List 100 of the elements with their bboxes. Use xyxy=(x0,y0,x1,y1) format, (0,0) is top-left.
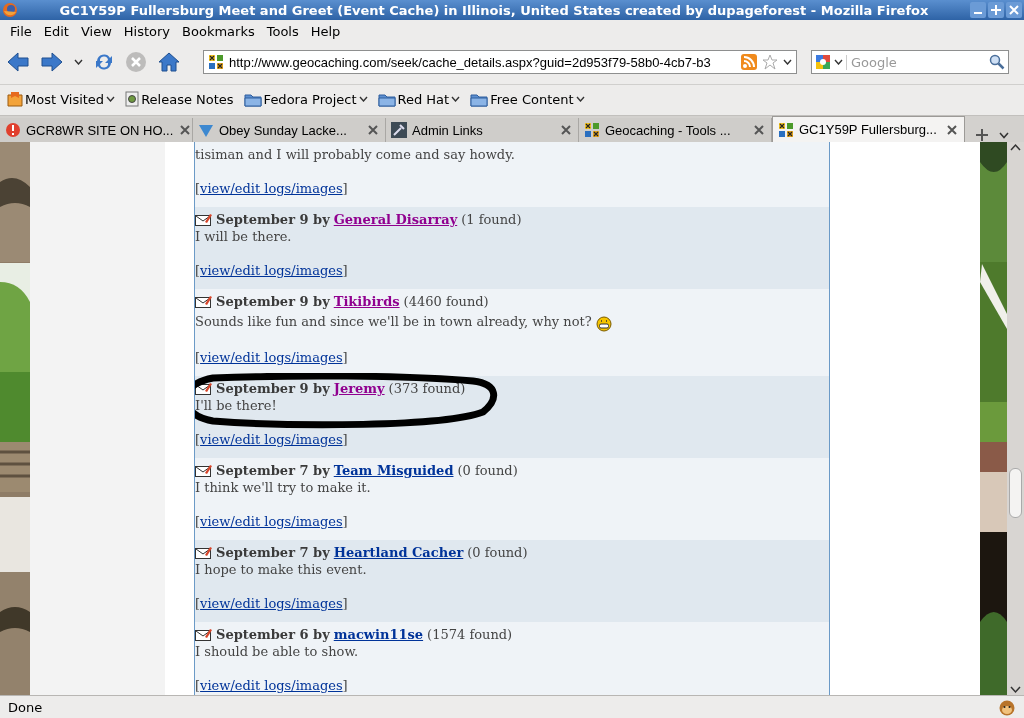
minimize-icon[interactable] xyxy=(970,2,986,18)
warning-icon xyxy=(5,122,21,138)
bracket: ] xyxy=(342,678,348,693)
bracket: ] xyxy=(342,263,348,278)
close-icon[interactable] xyxy=(752,123,766,137)
menu-item[interactable]: Edit xyxy=(37,23,75,39)
log-date: September 9 by xyxy=(216,293,330,310)
close-icon[interactable] xyxy=(178,123,193,137)
view-logs-link[interactable]: view/edit logs/images xyxy=(200,432,343,447)
close-icon[interactable] xyxy=(945,122,959,137)
log-date: September 9 by xyxy=(216,380,330,397)
menu-item[interactable]: Tools xyxy=(260,23,305,39)
scrollbar[interactable] xyxy=(1007,142,1024,695)
bracket: ] xyxy=(342,181,348,196)
bracket: [ xyxy=(195,263,201,278)
view-logs-link[interactable]: view/edit logs/images xyxy=(200,514,343,529)
bookmark-folder[interactable]: Red Hat xyxy=(374,89,464,109)
star-icon[interactable] xyxy=(762,54,778,70)
firefox-icon xyxy=(2,2,18,18)
bookmark-item[interactable]: Release Notes xyxy=(122,89,237,109)
browser-tab[interactable]: Geocaching - Tools ... xyxy=(579,118,772,142)
found-count: (0 found) xyxy=(457,462,518,479)
status-text: Done xyxy=(8,699,44,715)
view-logs-link[interactable]: view/edit logs/images xyxy=(200,596,343,611)
scroll-down-icon[interactable] xyxy=(1009,685,1022,695)
envelope-icon xyxy=(195,382,212,395)
browser-tab[interactable]: Admin Links xyxy=(386,118,579,142)
feed-icon[interactable] xyxy=(741,54,757,70)
author-link[interactable]: General Disarray xyxy=(333,211,458,228)
bracket: ] xyxy=(342,432,348,447)
forward-arrow-icon[interactable] xyxy=(40,51,64,73)
log-text: I should be able to show. xyxy=(195,643,359,660)
bracket: ] xyxy=(342,514,348,529)
log-text: I hope to make this event. xyxy=(195,561,367,578)
envelope-icon xyxy=(195,295,212,308)
author-link[interactable]: Tikibirds xyxy=(333,293,400,310)
bracket: [ xyxy=(195,678,201,693)
bracket: [ xyxy=(195,432,201,447)
author-link[interactable]: Team Misguided xyxy=(333,462,454,479)
view-logs-link[interactable]: view/edit logs/images xyxy=(200,350,343,365)
history-caret-icon[interactable] xyxy=(74,59,83,65)
search-field[interactable]: Google xyxy=(811,50,1009,74)
back-arrow-icon[interactable] xyxy=(6,51,30,73)
close-icon[interactable] xyxy=(559,123,573,137)
maximize-icon[interactable] xyxy=(988,2,1004,18)
browser-tab[interactable]: GC1Y59P Fullersburg... xyxy=(772,116,965,142)
geocache-icon xyxy=(584,122,600,138)
author-link[interactable]: Jeremy xyxy=(333,380,385,397)
bookmark-folder-icon xyxy=(7,91,23,107)
new-tab-icon[interactable] xyxy=(975,128,989,142)
search-icon[interactable] xyxy=(989,54,1005,70)
found-count: (1 found) xyxy=(461,211,522,228)
browser-tab[interactable]: GCR8WR SITE ON HO... xyxy=(0,118,193,142)
bracket: [ xyxy=(195,350,201,365)
menu-item[interactable]: Help xyxy=(304,23,347,39)
menu-item[interactable]: View xyxy=(74,23,118,39)
home-icon[interactable] xyxy=(157,51,181,73)
author-link[interactable]: Heartland Cacher xyxy=(333,544,464,561)
bookmark-folder[interactable]: Fedora Project xyxy=(240,89,371,109)
found-count: (373 found) xyxy=(388,380,466,397)
envelope-icon xyxy=(195,546,212,559)
close-icon[interactable] xyxy=(366,123,380,137)
address-field[interactable]: http://www.geocaching.com/seek/cache_details.aspx?guid=2d953f79-58b0-4cb7-b3 xyxy=(203,50,797,74)
folder-icon xyxy=(243,91,262,107)
log-date: September 7 by xyxy=(216,462,330,479)
bookmark-folder[interactable]: Free Content xyxy=(467,89,588,109)
dropdown-caret-icon[interactable] xyxy=(783,59,792,65)
engine-caret-icon[interactable] xyxy=(834,59,843,65)
caret-icon xyxy=(575,96,585,102)
folder-icon xyxy=(470,91,489,107)
log-text: tisiman and I will probably come and say howdy. xyxy=(195,146,515,163)
view-logs-link[interactable]: view/edit logs/images xyxy=(200,181,343,196)
menu-item[interactable]: File xyxy=(4,23,38,39)
page-icon xyxy=(125,91,140,107)
wrench-icon xyxy=(391,122,407,138)
log-text: I will be there. xyxy=(195,228,292,245)
close-icon[interactable] xyxy=(1006,2,1022,18)
caret-icon xyxy=(451,96,461,102)
envelope-icon xyxy=(195,464,212,477)
check-icon xyxy=(198,122,214,138)
scroll-thumb[interactable] xyxy=(1009,468,1022,518)
view-logs-link[interactable]: view/edit logs/images xyxy=(200,263,343,278)
author-link[interactable]: macwin11se xyxy=(333,626,424,643)
bracket: ] xyxy=(342,596,348,611)
envelope-icon xyxy=(195,213,212,226)
tab-list-icon[interactable] xyxy=(999,131,1009,139)
found-count: (1574 found) xyxy=(427,626,513,643)
browser-tab[interactable]: Obey Sunday Lacke... xyxy=(193,118,386,142)
log-text: I'll be there! xyxy=(195,397,277,414)
menu-item[interactable]: Bookmarks xyxy=(176,23,261,39)
folder-icon xyxy=(377,91,396,107)
bookmark-menu[interactable]: Most Visited xyxy=(4,89,119,109)
found-count: (4460 found) xyxy=(403,293,489,310)
geocache-icon xyxy=(778,121,794,138)
menu-item[interactable]: History xyxy=(117,23,177,39)
log-text: I think we'll try to make it. xyxy=(195,479,371,496)
view-logs-link[interactable]: view/edit logs/images xyxy=(200,678,343,693)
scroll-up-icon[interactable] xyxy=(1009,142,1022,152)
found-count: (0 found) xyxy=(467,544,528,561)
search-engine-icon[interactable] xyxy=(815,54,831,70)
